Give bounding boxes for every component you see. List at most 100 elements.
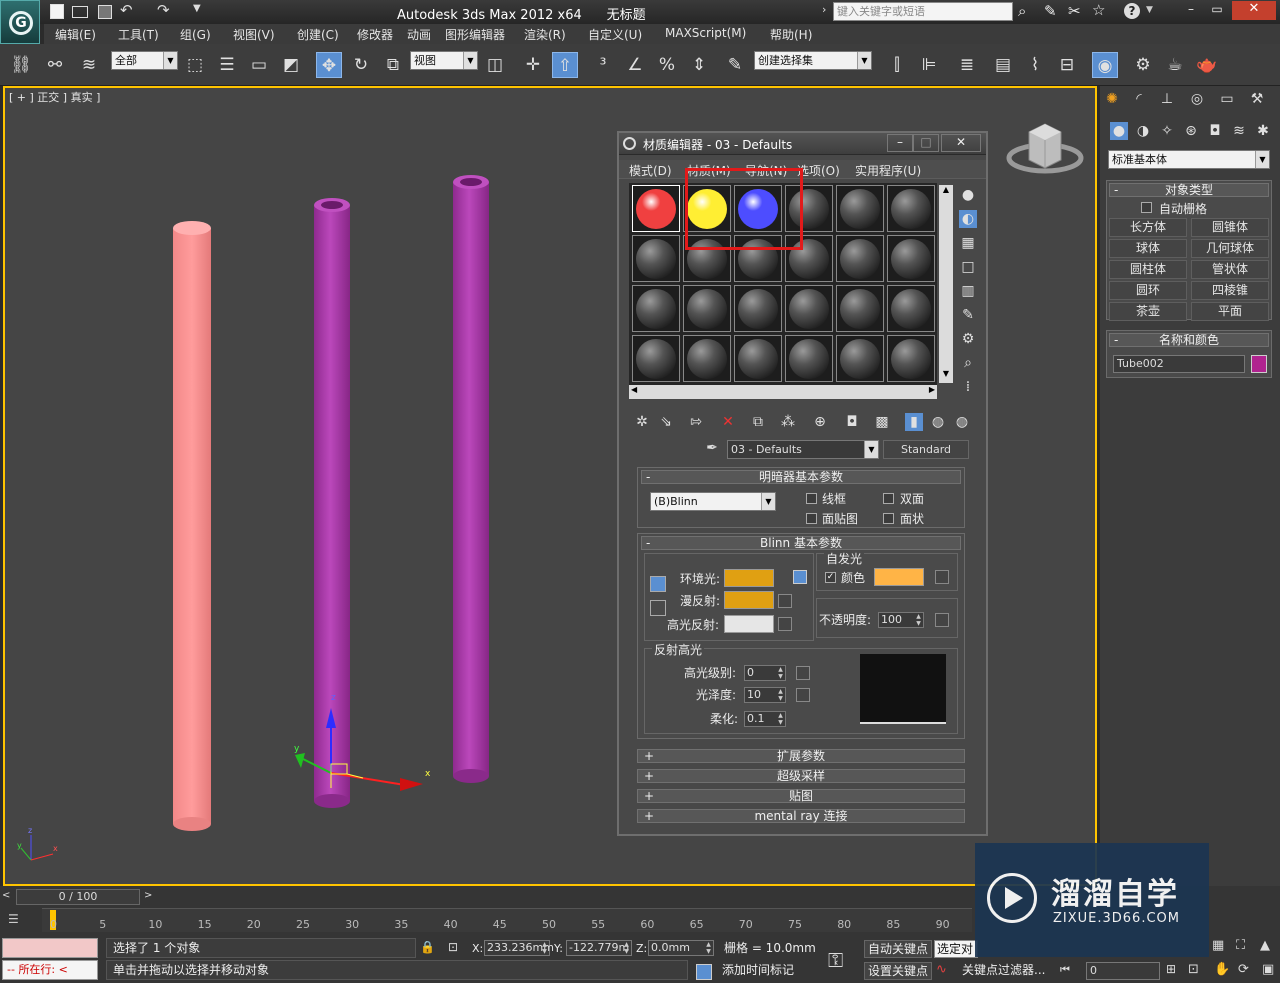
medit-minimize-button[interactable]: – — [887, 134, 913, 152]
extended-params-rollout[interactable]: + 扩展参数 — [637, 749, 965, 763]
box-button[interactable]: 长方体 — [1109, 218, 1187, 237]
diffuse-map-button[interactable] — [778, 594, 792, 608]
cylinder-pink[interactable] — [173, 221, 211, 831]
selection-lock-icon[interactable]: 🔒 — [420, 940, 435, 954]
orbit-icon[interactable]: ⟳ — [1238, 962, 1249, 977]
snaps-toggle-icon[interactable]: ³ — [590, 52, 616, 78]
diffuse-swatch[interactable] — [724, 591, 774, 609]
wire-checkbox[interactable] — [806, 493, 817, 504]
material-slot[interactable] — [632, 285, 680, 332]
face-map-checkbox[interactable] — [806, 513, 817, 524]
material-slot[interactable] — [734, 335, 782, 382]
opacity-spinner[interactable]: 100 ▲ ▼ — [878, 612, 924, 628]
material-slot[interactable] — [632, 185, 680, 232]
utilities-tab-icon[interactable]: ⚒ — [1248, 90, 1266, 108]
material-type-button[interactable]: Standard — [883, 440, 969, 459]
material-slot[interactable] — [683, 335, 731, 382]
menu-create[interactable]: 创建(C) — [297, 26, 339, 43]
undo-icon[interactable]: ↶ — [120, 1, 133, 19]
maximize-button[interactable]: ▭ — [1204, 2, 1230, 20]
search-input[interactable]: 键入关键字或短语 — [833, 2, 1013, 21]
select-manipulate-icon[interactable]: ✛ — [520, 52, 546, 78]
maxscript-line[interactable]: -- 所在行: < — [2, 960, 98, 980]
material-slot[interactable] — [785, 335, 833, 382]
slot-scrollbar[interactable]: ▲ ▼ — [939, 185, 953, 383]
selection-filter-dropdown[interactable]: 全部 ▼ — [111, 51, 178, 70]
glossiness-spinner[interactable]: 10 ▲ ▼ — [744, 687, 786, 703]
timeline-next-button[interactable]: > — [144, 890, 156, 904]
sample-type-icon[interactable]: ● — [959, 186, 977, 204]
communication-icon[interactable]: ✂ — [1068, 2, 1081, 20]
menu-maxscript[interactable]: MAXScript(M) — [665, 26, 746, 40]
help-dropdown-icon[interactable]: ▼ — [1146, 5, 1153, 15]
make-unique-icon[interactable]: ⁂ — [779, 413, 797, 431]
tube-button[interactable]: 管状体 — [1191, 260, 1269, 279]
object-name-field[interactable]: Tube002 — [1113, 355, 1245, 373]
backlight-icon[interactable]: ◐ — [959, 210, 977, 228]
percent-snap-icon[interactable]: % — [654, 52, 680, 78]
geosphere-button[interactable]: 几何球体 — [1191, 239, 1269, 258]
region-zoom-icon[interactable]: ⊡ — [1188, 962, 1199, 977]
quick-access-dropdown-icon[interactable]: ▼ — [193, 3, 201, 14]
self-illum-map-button[interactable] — [935, 570, 949, 584]
background-checker-icon[interactable]: ▦ — [959, 234, 977, 252]
unlink-icon[interactable]: ⚯ — [42, 52, 68, 78]
menu-customize[interactable]: 自定义(U) — [588, 26, 642, 43]
material-slot[interactable] — [836, 285, 884, 332]
self-illum-swatch[interactable] — [874, 568, 924, 586]
cone-button[interactable]: 圆锥体 — [1191, 218, 1269, 237]
faceted-checkbox[interactable] — [883, 513, 894, 524]
redo-icon[interactable]: ↷ — [157, 1, 170, 19]
shader-rollout-header[interactable]: - 明暗器基本参数 — [641, 470, 961, 484]
link-icon[interactable]: ⛓ — [8, 52, 34, 78]
graphite-toggle-icon[interactable]: ▤ — [990, 52, 1016, 78]
get-material-icon[interactable]: ✲ — [633, 413, 651, 431]
options-icon[interactable]: ⚙ — [959, 330, 977, 348]
lock-diffuse-specular-button[interactable] — [650, 600, 666, 616]
move-icon[interactable]: ✥ — [316, 52, 342, 78]
render-setup-icon[interactable]: ⚙ — [1130, 52, 1156, 78]
show-end-result-icon[interactable]: ▮ — [905, 413, 923, 431]
select-object-icon[interactable]: ⬚ — [182, 52, 208, 78]
opacity-map-button[interactable] — [935, 613, 949, 627]
menu-animation[interactable]: 动画 — [407, 26, 431, 43]
torus-button[interactable]: 圆环 — [1109, 281, 1187, 300]
material-slot[interactable] — [836, 185, 884, 232]
maps-rollout[interactable]: + 贴图 — [637, 789, 965, 803]
material-id-channel-icon[interactable]: ◘ — [843, 413, 861, 431]
sphere-button[interactable]: 球体 — [1109, 239, 1187, 258]
video-color-check-icon[interactable]: ▥ — [959, 282, 977, 300]
select-by-material-icon[interactable]: ⌕ — [959, 354, 977, 372]
material-slot[interactable] — [887, 235, 935, 282]
shader-type-dropdown[interactable]: (B)Blinn ▼ — [650, 492, 776, 511]
maximize-viewport-icon[interactable]: ▣ — [1262, 962, 1274, 977]
app-logo-icon[interactable]: G — [0, 0, 40, 44]
create-tab-icon[interactable]: ✺ — [1103, 90, 1121, 108]
show-map-viewport-icon[interactable]: ▩ — [873, 413, 891, 431]
rotate-icon[interactable]: ↻ — [348, 52, 374, 78]
lock-ambient-diffuse-button[interactable] — [650, 576, 666, 592]
make-preview-icon[interactable]: ✎ — [959, 306, 977, 324]
pan-icon[interactable]: ✋ — [1214, 962, 1230, 977]
viewcube[interactable] — [1006, 123, 1084, 174]
put-to-scene-icon[interactable]: ⇘ — [657, 413, 675, 431]
angle-snap-icon[interactable]: ∠ — [622, 52, 648, 78]
menu-rendering[interactable]: 渲染(R) — [524, 26, 566, 43]
specular-swatch[interactable] — [724, 615, 774, 633]
subscription-icon[interactable]: ✎ — [1044, 2, 1057, 20]
set-key-button[interactable]: 设置关键点 — [864, 962, 932, 980]
material-map-navigator-icon[interactable]: ⁞ — [959, 378, 977, 396]
medit-menu-options[interactable]: 选项(O) — [797, 162, 840, 179]
window-crossing-icon[interactable]: ◩ — [278, 52, 304, 78]
cameras-icon[interactable]: ⊛ — [1182, 122, 1200, 140]
go-forward-sibling-icon[interactable]: ◍ — [953, 413, 971, 431]
slot-hscrollbar[interactable]: ◀ ▶ — [629, 385, 937, 399]
favorites-icon[interactable]: ☆ — [1092, 1, 1105, 19]
material-slot[interactable] — [632, 235, 680, 282]
assign-to-selection-icon[interactable]: ⇰ — [687, 413, 705, 431]
material-slot[interactable] — [887, 335, 935, 382]
spec-level-spinner[interactable]: 0 ▲ ▼ — [744, 665, 786, 681]
medit-maximize-button[interactable]: □ — [913, 134, 939, 152]
teapot-button[interactable]: 茶壶 — [1109, 302, 1187, 321]
ambient-swatch[interactable] — [724, 569, 774, 587]
